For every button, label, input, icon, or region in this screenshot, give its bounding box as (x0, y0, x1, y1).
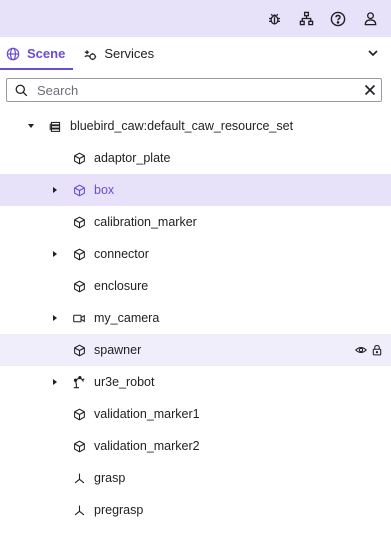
close-icon[interactable] (359, 84, 381, 96)
tree-item[interactable]: my_camera (0, 302, 391, 334)
search-icon (11, 84, 31, 97)
layers-icon (48, 119, 62, 133)
tree-item-label: pregrasp (94, 503, 144, 517)
chevron-down-icon[interactable] (26, 121, 36, 131)
chevron-right-icon[interactable] (50, 185, 60, 195)
help-icon[interactable] (325, 6, 351, 32)
tree-item[interactable]: pregrasp (0, 494, 391, 526)
tree-item[interactable]: connector (0, 238, 391, 270)
tab-services-label: Services (104, 46, 155, 61)
tab-scene[interactable]: Scene (0, 37, 74, 70)
cube-icon (72, 279, 86, 293)
chevron-down-icon[interactable] (365, 45, 381, 61)
cube-icon (72, 407, 86, 421)
tree-item[interactable]: validation_marker2 (0, 430, 391, 462)
tree-item-label: box (94, 183, 115, 197)
tree-item-label: validation_marker1 (94, 407, 200, 421)
row-actions (355, 344, 383, 356)
lock-icon[interactable] (371, 344, 383, 356)
tab-services[interactable]: Services (73, 37, 162, 70)
eye-icon[interactable] (355, 344, 367, 356)
cube-icon (72, 439, 86, 453)
tree-item-label: enclosure (94, 279, 149, 293)
search-input[interactable] (31, 80, 359, 100)
camera-icon (72, 311, 86, 325)
tree-item-label: my_camera (94, 311, 160, 325)
chevron-right-icon[interactable] (50, 377, 60, 387)
tab-scene-label: Scene (27, 46, 66, 61)
tree-item-label: calibration_marker (94, 215, 197, 229)
user-icon[interactable] (357, 6, 383, 32)
tree-item-label: connector (94, 247, 149, 261)
sitemap-icon[interactable] (293, 6, 319, 32)
services-icon (83, 47, 97, 61)
tree-item-label: ur3e_robot (94, 375, 155, 389)
chevron-right-icon[interactable] (50, 313, 60, 323)
tree-item[interactable]: grasp (0, 462, 391, 494)
tree-item[interactable]: adaptor_plate (0, 142, 391, 174)
frame-icon (72, 503, 86, 517)
tree-item[interactable]: ur3e_robot (0, 366, 391, 398)
cube-icon (72, 151, 86, 165)
tree-item[interactable]: calibration_marker (0, 206, 391, 238)
tree-item-label: grasp (94, 471, 126, 485)
tree-item[interactable]: box (0, 174, 391, 206)
cube-icon (72, 183, 86, 197)
tree-item-label: validation_marker2 (94, 439, 200, 453)
search-box (6, 78, 382, 102)
cube-icon (72, 215, 86, 229)
frame-icon (72, 471, 86, 485)
tree-item[interactable]: validation_marker1 (0, 398, 391, 430)
cube-icon (72, 247, 86, 261)
tree-item[interactable]: spawner (0, 334, 391, 366)
tree-root-row[interactable]: bluebird_caw:default_caw_resource_set (0, 110, 391, 142)
bug-icon[interactable] (261, 6, 287, 32)
tree-item[interactable]: enclosure (0, 270, 391, 302)
tree-item-label: adaptor_plate (94, 151, 171, 165)
robot-arm-icon (72, 375, 86, 389)
globe-icon (6, 47, 20, 61)
tree-item-label: bluebird_caw:default_caw_resource_set (70, 119, 294, 133)
cube-icon (72, 343, 86, 357)
panel-tabs: Scene Services (0, 37, 391, 70)
tree-item-label: spawner (94, 343, 142, 357)
top-toolbar (0, 0, 391, 37)
chevron-right-icon[interactable] (50, 249, 60, 259)
